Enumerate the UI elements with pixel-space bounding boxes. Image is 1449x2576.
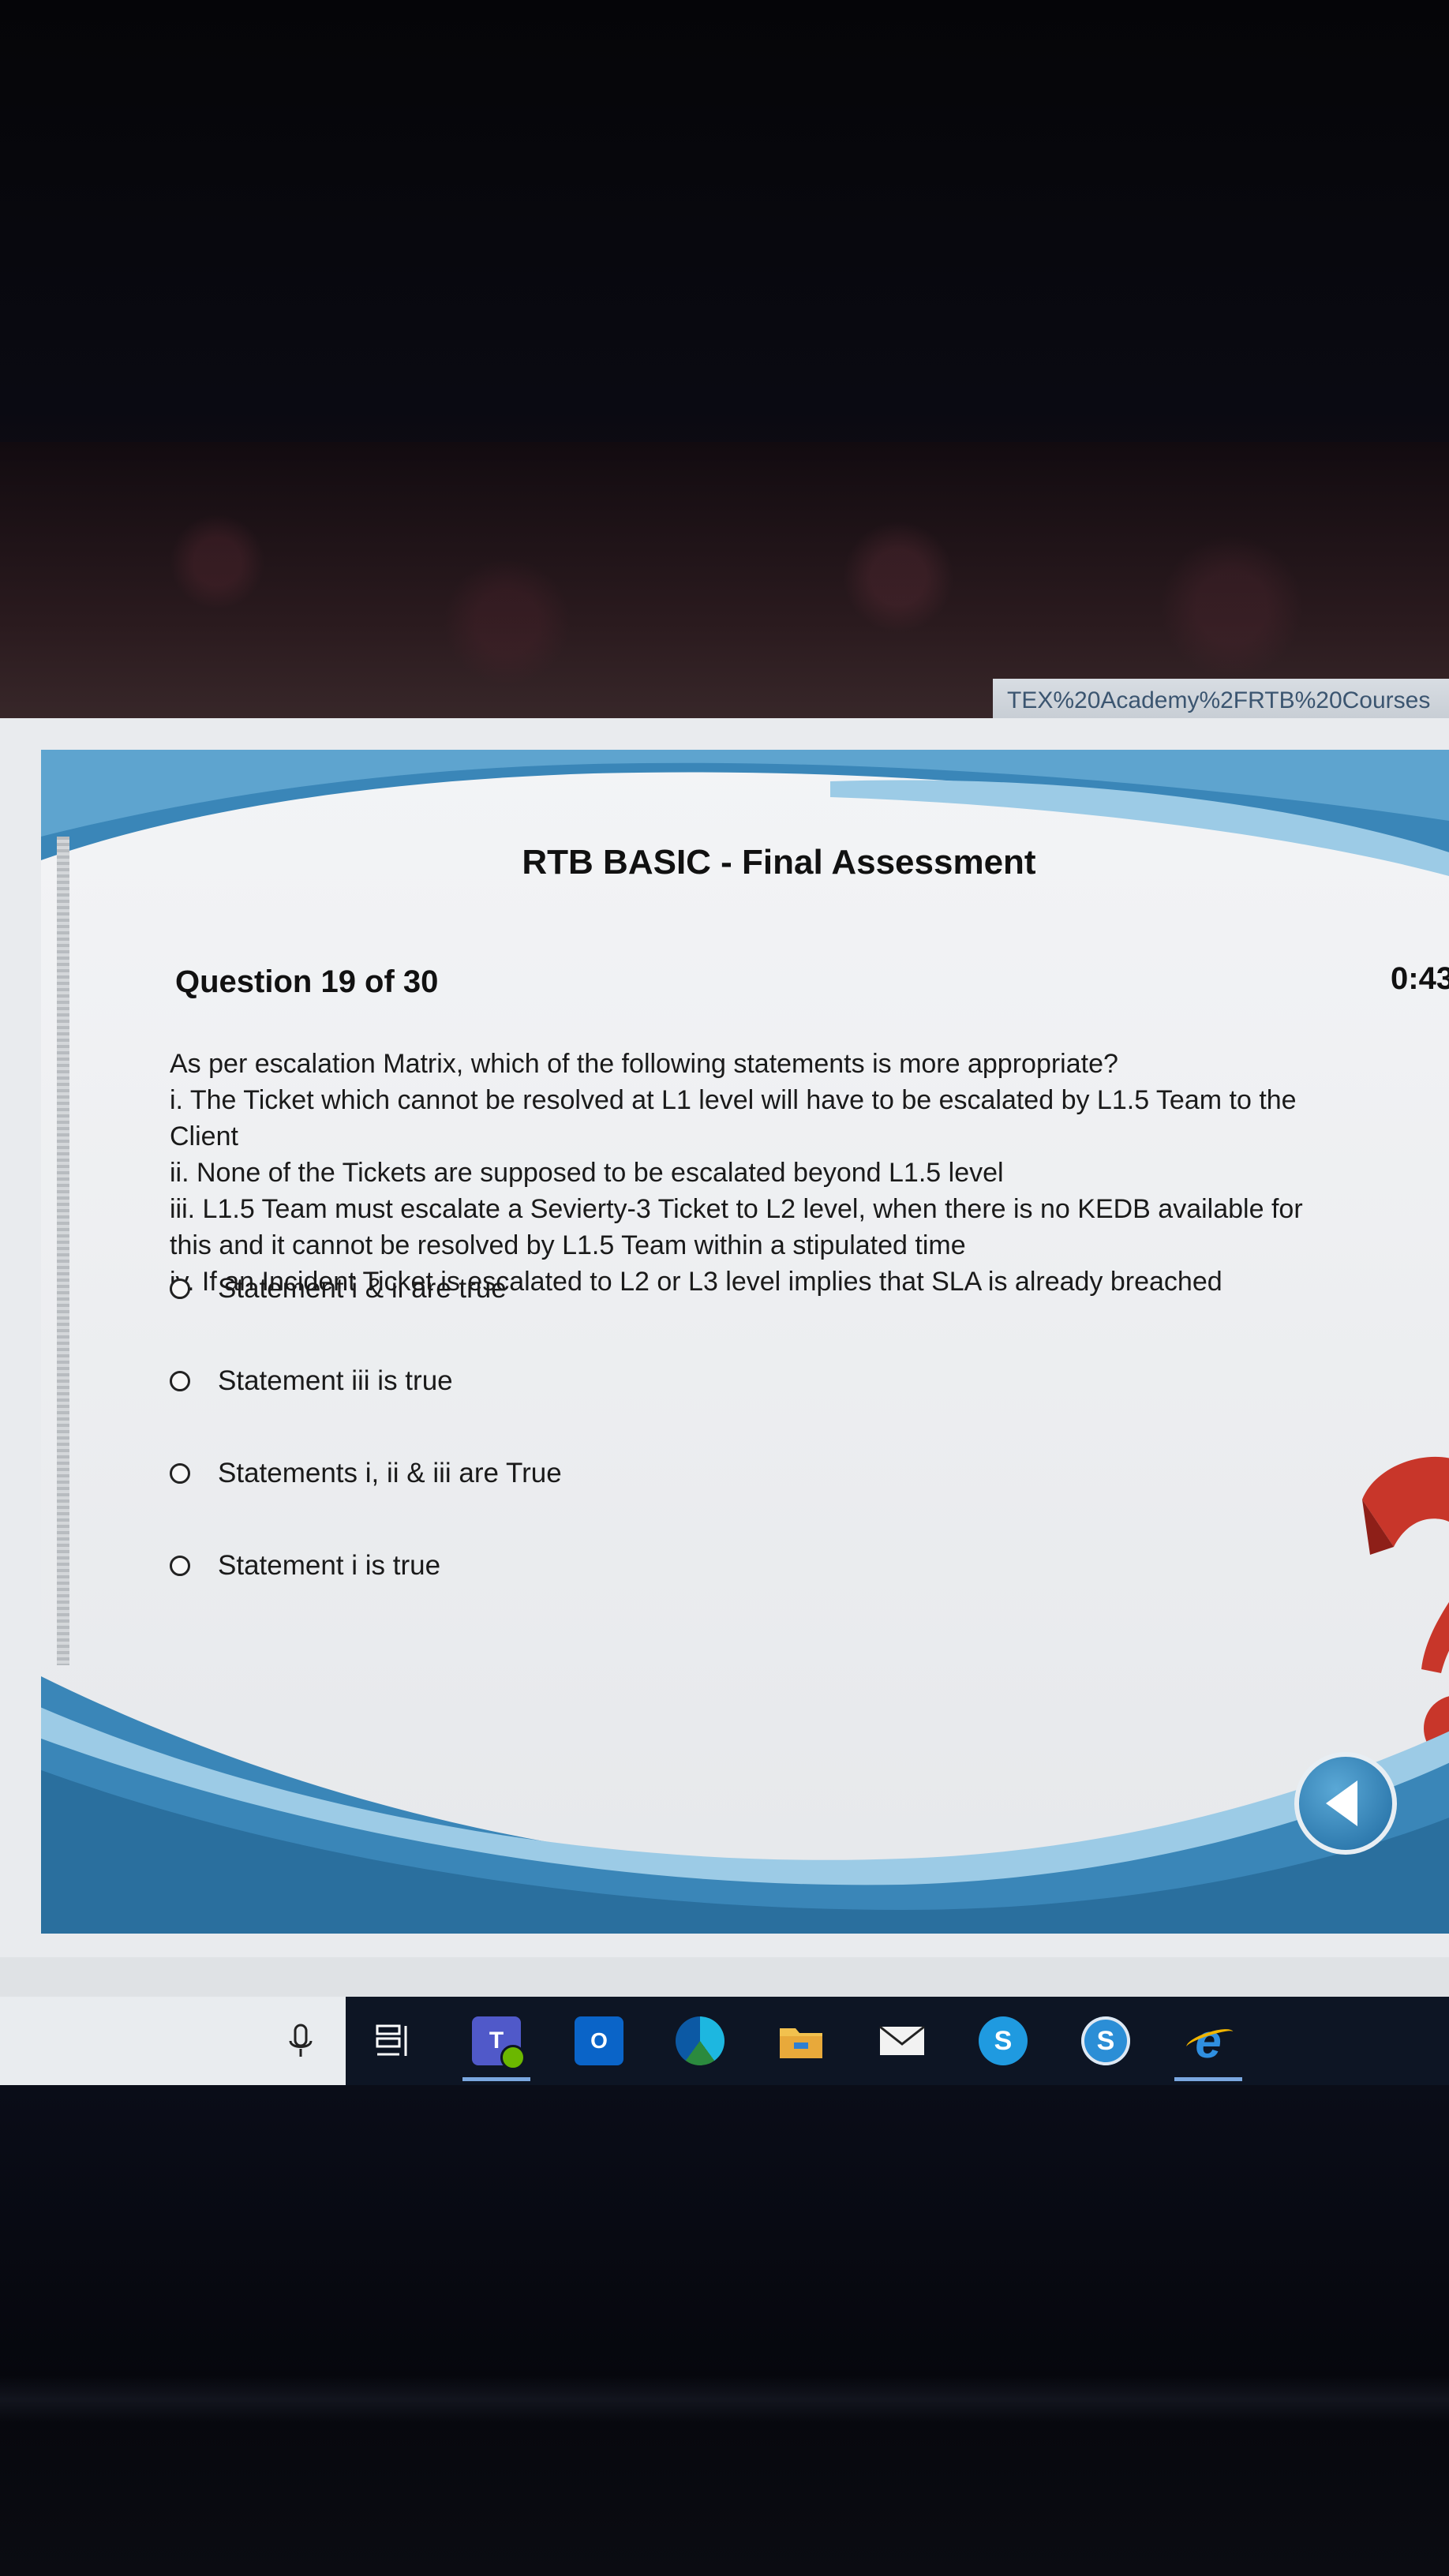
answer-options: Statement i & ii are true Statement iii … <box>170 1271 562 1640</box>
question-line: iii. L1.5 Team must escalate a Sevierty-… <box>170 1194 1303 1224</box>
radio-button[interactable] <box>170 1371 190 1391</box>
status-badge <box>500 2045 526 2070</box>
question-line: this and it cannot be resolved by L1.5 T… <box>170 1230 966 1260</box>
mail-icon[interactable] <box>878 2016 927 2065</box>
arrow-left-icon <box>1326 1780 1357 1826</box>
answer-option-1[interactable]: Statement i & ii are true <box>170 1271 562 1363</box>
browser-content-area: RTB BASIC - Final Assessment Question 19… <box>0 718 1449 1957</box>
answer-option-2[interactable]: Statement iii is true <box>170 1363 562 1455</box>
address-bar-fragment[interactable]: TEX%20Academy%2FRTB%20Courses <box>993 679 1449 723</box>
radio-button[interactable] <box>170 1279 190 1299</box>
answer-label: Statement i & ii are true <box>218 1273 507 1304</box>
task-view-icon[interactable] <box>368 2016 417 2065</box>
answer-label: Statement i is true <box>218 1550 441 1581</box>
skype-icon[interactable]: S <box>979 2016 1028 2065</box>
skype-for-business-icon[interactable]: S <box>1081 2016 1130 2065</box>
outlook-icon[interactable]: O <box>575 2016 623 2065</box>
answer-label: Statement iii is true <box>218 1365 453 1396</box>
answer-option-3[interactable]: Statements i, ii & iii are True <box>170 1455 562 1548</box>
radio-button[interactable] <box>170 1463 190 1484</box>
question-line: i. The Ticket which cannot be resolved a… <box>170 1085 1297 1115</box>
assessment-title: RTB BASIC - Final Assessment <box>522 843 1036 882</box>
question-line: As per escalation Matrix, which of the f… <box>170 1049 1118 1079</box>
question-line: Client <box>170 1121 238 1151</box>
question-line: ii. None of the Tickets are supposed to … <box>170 1158 1004 1188</box>
windows-taskbar: T O S S e <box>0 1997 1449 2085</box>
slide-left-edge <box>57 837 69 1665</box>
edge-icon[interactable] <box>676 2016 724 2065</box>
answer-option-4[interactable]: Statement i is true <box>170 1548 562 1640</box>
screen-bottom-border <box>0 1957 1449 1997</box>
bottom-wave-decoration <box>41 1676 1449 1934</box>
laptop-edge-reflection <box>0 2376 1449 2423</box>
countdown-timer: 0:43 <box>1391 961 1449 996</box>
file-explorer-icon[interactable] <box>777 2016 826 2065</box>
teams-icon[interactable]: T <box>462 2016 530 2081</box>
answer-label: Statements i, ii & iii are True <box>218 1458 562 1488</box>
question-counter: Question 19 of 30 <box>175 964 439 999</box>
microphone-icon[interactable] <box>276 2016 325 2065</box>
radio-button[interactable] <box>170 1556 190 1576</box>
photo-background-bottom <box>0 2085 1449 2576</box>
internet-explorer-icon[interactable]: e <box>1174 2015 1242 2081</box>
question-text: As per escalation Matrix, which of the f… <box>170 1046 1448 1300</box>
assessment-slide: RTB BASIC - Final Assessment Question 19… <box>41 750 1449 1934</box>
top-wave-decoration <box>41 750 1449 876</box>
back-button[interactable] <box>1294 1752 1397 1855</box>
